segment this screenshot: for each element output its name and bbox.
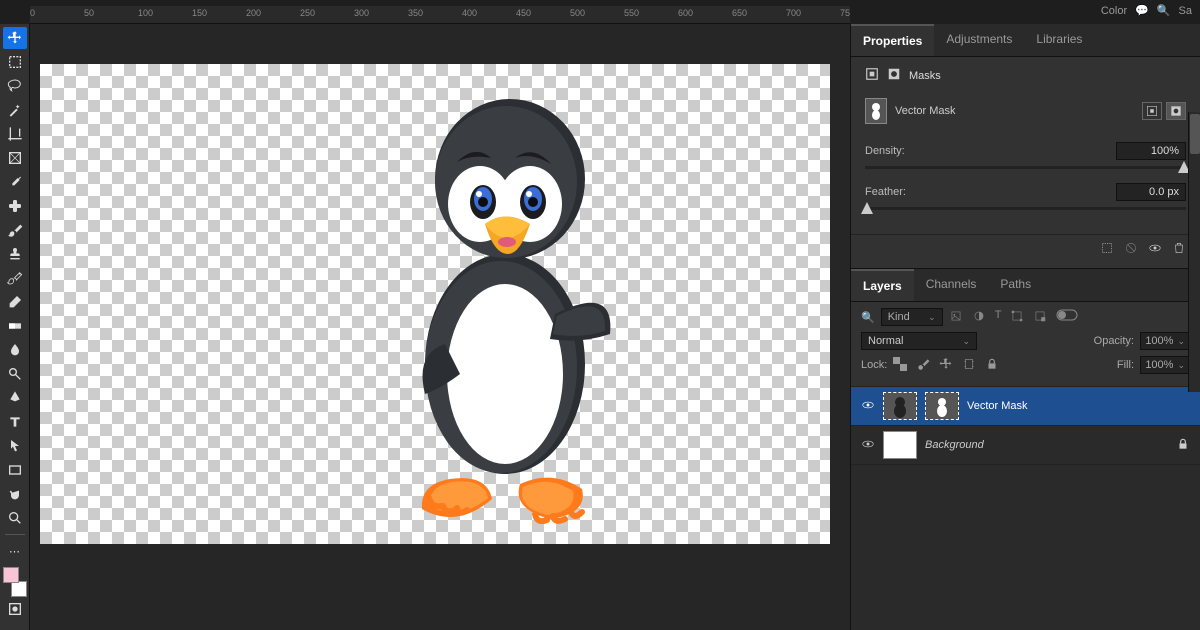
- visibility-toggle-icon[interactable]: [861, 398, 875, 415]
- invert-mask-icon[interactable]: [1124, 241, 1138, 258]
- density-slider[interactable]: [865, 166, 1186, 169]
- layer-list: Vector Mask Background: [851, 386, 1200, 630]
- lock-label: Lock:: [861, 359, 887, 371]
- canvas[interactable]: [40, 64, 830, 544]
- filter-smartobj-icon[interactable]: [1033, 309, 1047, 326]
- lasso-tool[interactable]: [3, 75, 27, 97]
- search-placeholder[interactable]: Sa: [1179, 5, 1192, 17]
- frame-tool[interactable]: [3, 147, 27, 169]
- edit-toolbar[interactable]: ⋯: [3, 540, 27, 562]
- density-value[interactable]: 100%: [1116, 142, 1186, 160]
- select-pixel-mask-icon[interactable]: [1142, 102, 1162, 120]
- mask-from-selection-icon[interactable]: [1100, 241, 1114, 258]
- tab-paths[interactable]: Paths: [988, 269, 1043, 301]
- color-swatches[interactable]: [3, 567, 27, 597]
- layer-name[interactable]: Vector Mask: [967, 400, 1028, 412]
- history-brush-tool[interactable]: [3, 267, 27, 289]
- mask-thumbnail[interactable]: [865, 98, 887, 124]
- marquee-tool[interactable]: [3, 51, 27, 73]
- visibility-toggle-icon[interactable]: [861, 437, 875, 454]
- fill-value[interactable]: 100%⌄: [1140, 356, 1190, 374]
- wand-tool[interactable]: [3, 99, 27, 121]
- path-select-tool[interactable]: [3, 435, 27, 457]
- feather-label: Feather:: [865, 186, 1116, 198]
- tab-channels[interactable]: Channels: [914, 269, 989, 301]
- pen-tool[interactable]: [3, 387, 27, 409]
- layers-section: Layers Channels Paths 🔍 Kind⌄ T Normal⌄ …: [851, 268, 1200, 630]
- layer-thumbnail[interactable]: [883, 431, 917, 459]
- opacity-value[interactable]: 100%⌄: [1140, 332, 1190, 350]
- filter-shape-icon[interactable]: [1010, 309, 1024, 326]
- heal-tool[interactable]: [3, 195, 27, 217]
- vector-mask-icon[interactable]: [887, 67, 901, 84]
- layer-item-vector-mask[interactable]: Vector Mask: [851, 387, 1200, 426]
- color-panel-label[interactable]: Color: [1101, 5, 1127, 17]
- properties-panel-tabs: Properties Adjustments Libraries: [851, 24, 1200, 57]
- masks-header-label: Masks: [909, 70, 941, 82]
- brush-tool[interactable]: [3, 219, 27, 241]
- select-vector-mask-icon[interactable]: [1166, 102, 1186, 120]
- blend-mode-select[interactable]: Normal⌄: [861, 332, 977, 350]
- tab-layers[interactable]: Layers: [851, 269, 914, 301]
- canvas-artwork: [385, 84, 625, 524]
- feather-slider[interactable]: [865, 207, 1186, 210]
- filter-adjustment-icon[interactable]: [972, 309, 986, 326]
- toggle-mask-icon[interactable]: [1148, 241, 1162, 258]
- panel-scrollbar[interactable]: [1188, 112, 1200, 392]
- lock-pixels-icon[interactable]: [916, 357, 930, 374]
- filter-pixel-icon[interactable]: [949, 309, 963, 326]
- quickmask-toggle[interactable]: [3, 598, 27, 620]
- layer-thumbnail[interactable]: [883, 392, 917, 420]
- filter-toggle-icon[interactable]: [1056, 309, 1078, 326]
- layer-kind-filter[interactable]: Kind⌄: [881, 308, 943, 326]
- right-panels: Properties Adjustments Libraries Masks V…: [850, 24, 1200, 630]
- type-tool[interactable]: [3, 411, 27, 433]
- dodge-tool[interactable]: [3, 363, 27, 385]
- filter-type-icon[interactable]: T: [995, 309, 1002, 326]
- delete-mask-icon[interactable]: [1172, 241, 1186, 258]
- hand-tool[interactable]: [3, 483, 27, 505]
- layer-mask-thumbnail[interactable]: [925, 392, 959, 420]
- layer-item-background[interactable]: Background: [851, 426, 1200, 465]
- zoom-tool[interactable]: [3, 507, 27, 529]
- tab-adjustments[interactable]: Adjustments: [934, 24, 1024, 56]
- tab-properties[interactable]: Properties: [851, 24, 934, 56]
- layer-name[interactable]: Background: [925, 439, 984, 451]
- tab-libraries[interactable]: Libraries: [1024, 24, 1094, 56]
- lock-position-icon[interactable]: [939, 357, 953, 374]
- mask-type-label: Vector Mask: [895, 105, 956, 117]
- background-color-swatch[interactable]: [11, 581, 27, 597]
- stamp-tool[interactable]: [3, 243, 27, 265]
- lock-artboard-icon[interactable]: [962, 357, 976, 374]
- rectangle-tool[interactable]: [3, 459, 27, 481]
- horizontal-ruler: 0501001502002503003504004505005506006507…: [30, 6, 850, 24]
- gradient-tool[interactable]: [3, 315, 27, 337]
- lock-icon[interactable]: [1176, 437, 1190, 454]
- comment-icon[interactable]: 💬: [1135, 4, 1149, 17]
- feather-value[interactable]: 0.0 px: [1116, 183, 1186, 201]
- lock-all-icon[interactable]: [985, 357, 999, 374]
- blur-tool[interactable]: [3, 339, 27, 361]
- canvas-area: [30, 24, 850, 630]
- toolbox: ⋯: [0, 24, 30, 630]
- pixel-mask-icon[interactable]: [865, 67, 879, 84]
- eraser-tool[interactable]: [3, 291, 27, 313]
- foreground-color-swatch[interactable]: [3, 567, 19, 583]
- search-icon[interactable]: 🔍: [1157, 4, 1171, 17]
- crop-tool[interactable]: [3, 123, 27, 145]
- density-label: Density:: [865, 145, 1116, 157]
- opacity-label: Opacity:: [1094, 335, 1134, 347]
- fill-label: Fill:: [1117, 359, 1134, 371]
- layer-search-icon[interactable]: 🔍: [861, 311, 875, 324]
- lock-transparency-icon[interactable]: [893, 357, 907, 374]
- eyedropper-tool[interactable]: [3, 171, 27, 193]
- move-tool[interactable]: [3, 27, 27, 49]
- properties-panel: Masks Vector Mask Density: 100% Feather:…: [851, 57, 1200, 234]
